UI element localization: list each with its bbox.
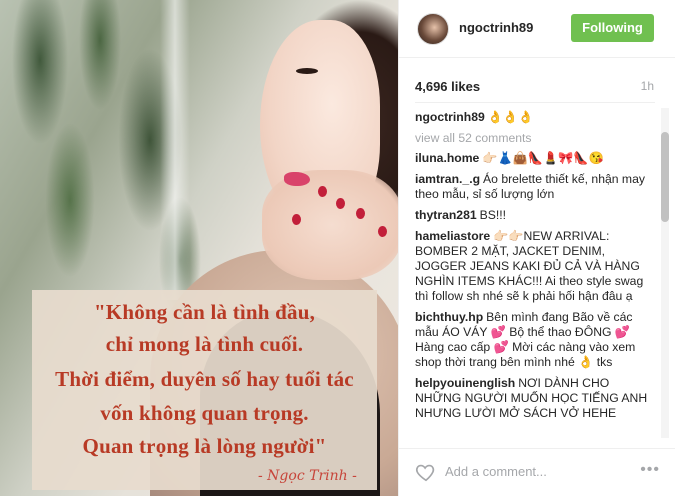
view-all-comments-link[interactable]: view all 52 comments — [415, 131, 655, 145]
comment-username[interactable]: helpyouinenglish — [415, 376, 515, 390]
list-item: helpyouinenglish NƠI DÀNH CHO NHỮNG NGƯỜI… — [415, 376, 655, 421]
post-side-panel: ngoctrinh89 Following 4,696 likes 1h ngo… — [398, 0, 675, 496]
likes-count[interactable]: 4,696 likes — [415, 79, 480, 94]
post-time: 1h — [640, 79, 654, 93]
quote-signature: - Ngọc Trinh - — [258, 468, 357, 484]
add-comment-input[interactable]: Add a comment... — [445, 464, 547, 479]
photo-nail — [356, 208, 365, 219]
comments-scrollbar[interactable] — [661, 108, 669, 438]
quote-line: chỉ mong là tình cuối. — [105, 332, 304, 356]
comment-text: 👌👌👌 — [487, 110, 534, 124]
photo-lips — [284, 172, 310, 186]
heart-icon[interactable] — [415, 461, 437, 483]
post-footer: Add a comment... ••• — [399, 448, 675, 496]
list-item: thytran281 BS!!! — [415, 208, 655, 223]
avatar[interactable] — [417, 13, 449, 45]
comment-username[interactable]: ngoctrinh89 — [415, 110, 485, 124]
comment-username[interactable]: hameliastore — [415, 229, 490, 243]
comment-username[interactable]: iamtran._.g — [415, 172, 480, 186]
photo-hand — [262, 170, 398, 280]
following-button[interactable]: Following — [571, 14, 654, 42]
comment-text: BS!!! — [479, 208, 507, 222]
scrollbar-thumb[interactable] — [661, 132, 669, 222]
post-photo[interactable]: "Không cần là tình đầu, chỉ mong là tình… — [0, 0, 398, 496]
comment-username[interactable]: bichthuy.hp — [415, 310, 483, 324]
photo-nail — [336, 198, 345, 209]
comments-list: ngoctrinh89 👌👌👌 view all 52 comments ilun… — [415, 110, 655, 445]
comment-username[interactable]: thytran281 — [415, 208, 477, 222]
quote-line: "Không cần là tình đầu, — [93, 300, 316, 324]
list-item: bichthuy.hp Bên mình đang Bão về các mẫu … — [415, 310, 655, 370]
photo-nail — [292, 214, 301, 225]
photo-nail — [318, 186, 327, 197]
caption: ngoctrinh89 👌👌👌 — [415, 110, 655, 125]
list-item: hameliastore 👉🏻👉🏻NEW ARRIVAL: BOMBER 2 MẶ… — [415, 229, 655, 304]
list-item: iluna.home 👉🏻👗👜👠💄🎀👠😘 — [415, 151, 655, 166]
comment-username[interactable]: iluna.home — [415, 151, 479, 165]
quote-line: Thời điểm, duyên số hay tuổi tác — [55, 367, 354, 391]
window-light — [160, 0, 190, 300]
username-link[interactable]: ngoctrinh89 — [459, 20, 533, 35]
photo-eye — [296, 68, 318, 74]
photo-nail — [378, 226, 387, 237]
quote-line: vốn không quan trọng. — [100, 401, 309, 425]
more-options-icon[interactable]: ••• — [640, 461, 660, 479]
divider — [415, 102, 655, 103]
comment-text: 👉🏻👗👜👠💄🎀👠😘 — [482, 151, 604, 165]
quote-line: Quan trọng là lòng người" — [82, 434, 327, 458]
post-header: ngoctrinh89 Following — [399, 0, 675, 58]
list-item: iamtran._.g Áo brelette thiết kế, nhận ma… — [415, 172, 655, 202]
